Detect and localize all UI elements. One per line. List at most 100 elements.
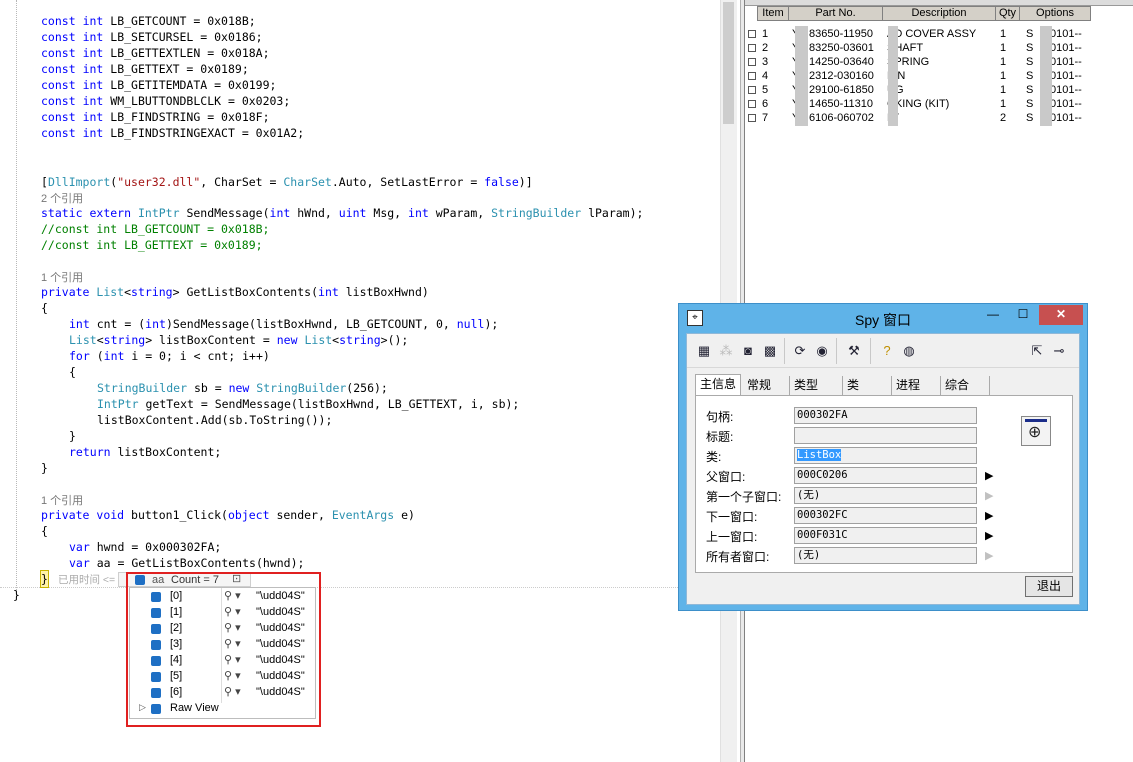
tab-main-info[interactable]: 主信息 [695,374,741,396]
magnifier-dropdown-icon[interactable]: ⚲ ▾ [224,589,241,602]
part-number: 2312-030160 [809,70,874,82]
navigate-arrow-icon[interactable]: ▶ [985,549,993,562]
magnifier-dropdown-icon[interactable]: ⚲ ▾ [224,669,241,682]
raw-view-row[interactable]: ▷ Raw View [130,701,315,717]
tab-type[interactable]: 类型 [790,376,843,396]
code-editor[interactable]: const int LB_GETCOUNT = 0x018B; const int… [0,0,720,762]
row-checkbox[interactable] [748,58,756,66]
tree-icon[interactable]: ⁂ [716,341,736,361]
option-prefix: S [1026,84,1034,96]
datatip-item[interactable]: [4] ⚲ ▾ "\udd04S" [130,653,315,669]
row-checkbox[interactable] [748,72,756,80]
camera-icon[interactable]: ◙ [738,341,758,361]
scrollbar-thumb[interactable] [723,2,734,124]
brace: } [69,429,76,443]
finder-tool[interactable]: ⊕ [1021,416,1051,446]
datatip-item[interactable]: [2] ⚲ ▾ "\udd04S" [130,621,315,637]
eye-window-icon[interactable]: ◉ [812,341,832,361]
navigate-arrow-icon[interactable]: ▶ [985,469,993,482]
refresh-window-icon[interactable]: ⟳ [790,341,810,361]
column-header-options[interactable]: Options [1019,6,1091,21]
row-checkbox[interactable] [748,30,756,38]
navigate-arrow-icon[interactable]: ▶ [985,489,993,502]
crosshair-icon[interactable]: ⊕ [1028,425,1041,441]
field-value[interactable]: 000C0206 [794,467,977,484]
column-header-part-no[interactable]: Part No. [788,6,883,21]
column-header-description[interactable]: Description [882,6,996,21]
navigate-arrow-icon[interactable]: ▶ [985,509,993,522]
datatip-item[interactable]: [5] ⚲ ▾ "\udd04S" [130,669,315,685]
magnifier-dropdown-icon[interactable]: ⚲ ▾ [224,685,241,698]
object-cube-icon [151,704,161,714]
magnifier-dropdown-icon[interactable]: ⚲ ▾ [224,653,241,666]
option-prefix: S [1026,70,1034,82]
const-declaration: const int LB_SETCURSEL = 0x0186; [41,30,263,44]
reference-count[interactable]: 2 个引用 [41,190,83,206]
tab-class[interactable]: 类 [843,376,892,396]
magnifier-dropdown-icon[interactable]: ⚲ ▾ [224,637,241,650]
part-number: 14650-11310 [809,98,874,110]
datatip-header[interactable]: aa Count = 7 ⊡ [118,572,251,587]
option-prefix: S [1026,56,1034,68]
datatip-item[interactable]: [0] ⚲ ▾ "\udd04S" [130,589,315,605]
object-cube-icon [151,624,161,634]
pointer-icon[interactable]: ⇱ [1027,341,1047,361]
minimize-button[interactable]: — [979,305,1007,325]
reference-count[interactable]: 1 个引用 [41,492,83,508]
row-checkbox[interactable] [748,86,756,94]
pin-icon[interactable]: ⊡ [232,572,241,585]
palette-icon[interactable]: ▩ [760,341,780,361]
maximize-button[interactable]: ☐ [1009,305,1037,325]
field-value[interactable]: (无) [794,547,977,564]
window-list-icon[interactable]: ▦ [694,341,714,361]
part-options: 0101-- [1050,70,1082,82]
column-header-qty[interactable]: Qty [995,6,1020,21]
datatip-item[interactable]: [1] ⚲ ▾ "\udd04S" [130,605,315,621]
globe-icon[interactable]: ◍ [899,341,919,361]
field-value[interactable]: (无) [794,487,977,504]
item-value: "\udd04S" [256,670,305,682]
datatip-list[interactable]: [0] ⚲ ▾ "\udd04S" [1] ⚲ ▾ "\udd04S" [2] ⚲ ▾ "\ud… [129,587,316,719]
magnifier-dropdown-icon[interactable]: ⚲ ▾ [224,605,241,618]
field-value[interactable]: ListBox [794,447,977,464]
row-checkbox[interactable] [748,44,756,52]
help-icon[interactable]: ? [877,341,897,361]
tools-icon[interactable]: ⚒ [844,341,864,361]
spy-titlebar[interactable]: ⌖ Spy 窗口 — ☐ ✕ [679,304,1087,332]
expand-arrow-icon[interactable]: ▷ [139,702,146,713]
finder-titlebar [1025,419,1047,422]
comment-line: //const int LB_GETCOUNT = 0x018B; [41,222,270,236]
field-value[interactable]: 000302FA [794,407,977,424]
item-number: 2 [762,42,769,54]
row-checkbox[interactable] [748,100,756,108]
redaction-bar [888,26,898,126]
brace: { [69,365,76,379]
datatip-variable: aa [152,574,165,586]
const-declaration: const int LB_FINDSTRING = 0x018F; [41,110,270,124]
const-declaration: const int LB_GETTEXTLEN = 0x018A; [41,46,270,60]
reference-count[interactable]: 1 个引用 [41,269,83,285]
column-header-item[interactable]: Item [757,6,789,21]
object-cube-icon [151,592,161,602]
tab-process[interactable]: 进程 [892,376,941,396]
field-value-text: 000302FC [797,509,848,521]
field-value-text: (无) [797,549,821,561]
magnifier-dropdown-icon[interactable]: ⚲ ▾ [224,621,241,634]
pin-icon[interactable]: ⊸ [1049,341,1069,361]
tab-general[interactable]: 常规 [743,376,790,396]
field-value[interactable]: 000F031C [794,527,977,544]
option-prefix: S [1026,98,1034,110]
field-value[interactable]: 000302FC [794,507,977,524]
spy-window[interactable]: ⌖ Spy 窗口 — ☐ ✕ ▦ ⁂ ◙ ▩ ⟳ ◉ ⚒ ? ◍ ⇱ ⊸ 主信息… [678,303,1088,611]
part-options: 0101-- [1050,84,1082,96]
exit-button[interactable]: 退出 [1025,576,1073,597]
item-number: 6 [762,98,769,110]
datatip-item[interactable]: [3] ⚲ ▾ "\udd04S" [130,637,315,653]
row-checkbox[interactable] [748,114,756,122]
datatip-item[interactable]: [6] ⚲ ▾ "\udd04S" [130,685,315,701]
close-button[interactable]: ✕ [1039,305,1083,325]
field-value[interactable] [794,427,977,444]
raw-view-label: Raw View [170,702,219,714]
navigate-arrow-icon[interactable]: ▶ [985,529,993,542]
tab-summary[interactable]: 综合 [941,376,990,396]
